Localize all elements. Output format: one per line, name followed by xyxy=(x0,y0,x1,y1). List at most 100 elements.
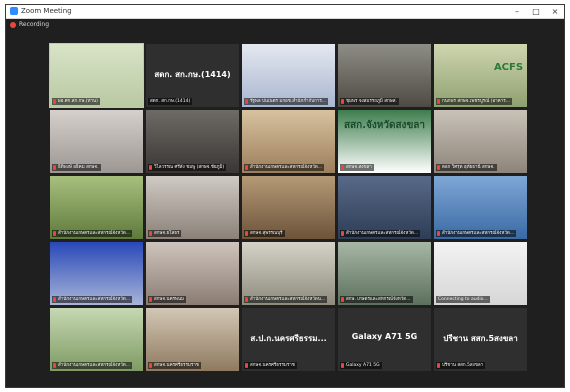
participant-name-tag: รัฐพล ปนเนตร มกอช.สำนักกำกับการ... xyxy=(244,98,329,105)
close-button[interactable]: × xyxy=(546,5,564,18)
participant-tile[interactable]: สดก. สก.กษ.(1414) สดก. สก.กษ.(1414) xyxy=(146,44,239,107)
participant-tile[interactable]: สกษจ.นครพนม xyxy=(146,242,239,305)
participant-tile[interactable]: Galaxy A71 5G Galaxy A71 5G xyxy=(338,308,431,371)
participant-name-tag: กนกพร สกษจ.เพชรบูรณ์ (อาคาร... xyxy=(436,98,512,105)
participant-name: ตอก วิศรุต อุทัยธานี สกษจ. xyxy=(442,165,495,170)
participant-name: สกษ. เกษตรและสหกรณ์จังหวัด... xyxy=(346,297,411,302)
participant-tile[interactable]: สำนักงานเกษตรและสหกรณ์จังหวัด... xyxy=(50,308,143,371)
participant-tile[interactable]: รัฐพล ปนเนตร มกอช.สำนักกำกับการ... xyxy=(242,44,335,107)
participant-tile[interactable]: ผอ.ศก.สก.กษ.(ท่าน) xyxy=(49,43,144,108)
participant-name-tag: ผอ.ศก.สก.กษ.(ท่าน) xyxy=(52,98,100,105)
participant-name: สำนักงานเกษตรและสหกรณ์จังหวัด... xyxy=(58,231,131,236)
participant-tile[interactable]: ธิติพงษ์ อธิคม สกษจ. xyxy=(50,110,143,173)
mic-muted-icon xyxy=(245,165,248,170)
participant-tile[interactable]: สกษจ.สุพรรณบุรี xyxy=(242,176,335,239)
participant-name: สำนักงานเกษตรและสหกรณ์จังหวัด... xyxy=(250,165,323,170)
participant-tile[interactable]: สำนักงานเกษตรและสหกรณ์จังหวัด... xyxy=(242,110,335,173)
minimize-button[interactable]: – xyxy=(508,5,526,18)
mic-muted-icon xyxy=(341,363,344,368)
participant-tile[interactable]: สกษจ.ยโสธร xyxy=(146,176,239,239)
participant-name-tag: ตอก วิศรุต อุทัยธานี สกษจ. xyxy=(436,164,497,171)
window-title: Zoom Meeting xyxy=(21,7,72,15)
participant-name-tag: ธิติพงษ์ อธิคม สกษจ. xyxy=(52,164,101,171)
participant-display-text: ปรีชาน สสก.5สงขลา xyxy=(443,334,518,343)
participant-name: รัฐพล ปนเนตร มกอช.สำนักกำกับการ... xyxy=(250,99,327,104)
participant-name-tag: สำนักงานเกษตรและสหกรณ์จังหวัด... xyxy=(436,230,517,237)
participant-tile[interactable]: สำนักงานเกษตรและสหกรณ์จังหวัดน... xyxy=(242,242,335,305)
mic-muted-icon xyxy=(437,363,440,368)
participant-name: สำนักงานเกษตรและสหกรณ์จังหวัด... xyxy=(442,231,515,236)
mic-muted-icon xyxy=(53,165,56,170)
participant-tile[interactable]: ปรีชาน สสก.5สงขลา ปรีชาน สสก.5สงขลา xyxy=(434,308,527,371)
participant-name-tag: ชุมพร จงสมรรถภูมิ สกษส. xyxy=(340,98,399,105)
recording-indicator[interactable]: Recording xyxy=(6,19,564,31)
participant-display-text: Galaxy A71 5G xyxy=(351,332,418,341)
participant-tile[interactable]: สำนักงานเกษตรและสหกรณ์จังหวัด... xyxy=(338,176,431,239)
mic-muted-icon xyxy=(437,231,440,236)
participant-name-tag: สกษจ.นครศรีธรรมราช xyxy=(244,362,297,369)
participant-name: สกษจ.สุพรรณบุรี xyxy=(250,231,283,236)
participant-tile[interactable]: ACFS กนกพร สกษจ.เพชรบูรณ์ (อาคาร... xyxy=(434,44,527,107)
mic-muted-icon xyxy=(245,363,248,368)
participant-tile[interactable]: สำนักงานเกษตรและสหกรณ์จังหวัด... xyxy=(434,176,527,239)
mic-muted-icon xyxy=(437,99,440,104)
mic-muted-icon xyxy=(341,297,344,302)
participant-name: วิไลวรรณ ศรีสัง ชมพู (สกษจ.ชัยภูมิ) xyxy=(154,165,225,170)
mic-muted-icon xyxy=(341,165,344,170)
participant-name-tag: Galaxy A71 5G xyxy=(340,362,382,369)
mic-muted-icon xyxy=(437,165,440,170)
mic-muted-icon xyxy=(53,297,56,302)
zoom-meeting-window: Zoom Meeting – □ × Recording ผอ.ศก.สก.กษ… xyxy=(5,4,565,388)
participant-name-tag: Connecting to audio... xyxy=(436,296,490,303)
participant-tile[interactable]: Connecting to audio... xyxy=(434,242,527,305)
participant-name-tag: สำนักงานเกษตรและสหกรณ์จังหวัด... xyxy=(244,164,325,171)
participant-name-tag: ปรีชาน สสก.5สงขลา xyxy=(436,362,486,369)
participant-tile[interactable]: สำนักงานเกษตรและสหกรณ์จังหวัด... xyxy=(50,242,143,305)
participant-name-tag: สำนักงานเกษตรและสหกรณ์จังหวัดน... xyxy=(244,296,328,303)
participant-name: สำนักงานเกษตรและสหกรณ์จังหวัด... xyxy=(58,297,131,302)
record-icon xyxy=(10,22,16,28)
participant-name-tag: สกษจ.ยโสธร xyxy=(148,230,182,237)
participant-name: กนกพร สกษจ.เพชรบูรณ์ (อาคาร... xyxy=(442,99,510,104)
participant-name-tag: สกษจ.นครศรีธรรมราช xyxy=(148,362,201,369)
participant-name: Galaxy A71 5G xyxy=(346,363,380,368)
mic-muted-icon xyxy=(53,363,56,368)
recording-label: Recording xyxy=(19,21,50,28)
zoom-app-icon xyxy=(10,7,18,15)
participant-name-tag: สำนักงานเกษตรและสหกรณ์จังหวัด... xyxy=(52,362,133,369)
mic-muted-icon xyxy=(149,231,152,236)
participant-name: ผอ.ศก.สก.กษ.(ท่าน) xyxy=(58,99,98,104)
mic-muted-icon xyxy=(149,165,152,170)
maximize-button[interactable]: □ xyxy=(527,5,545,18)
mic-muted-icon xyxy=(245,231,248,236)
participant-tile[interactable]: ชุมพร จงสมรรถภูมิ สกษส. xyxy=(338,44,431,107)
participant-name-tag: สำนักงานเกษตรและสหกรณ์จังหวัด... xyxy=(52,296,133,303)
mic-muted-icon xyxy=(245,297,248,302)
title-bar: Zoom Meeting – □ × xyxy=(6,5,564,19)
participant-tile[interactable]: สกษจ.นครศรีธรรมราช xyxy=(146,308,239,371)
participant-name-tag: สกษจ.นครพนม xyxy=(148,296,187,303)
mic-muted-icon xyxy=(53,99,56,104)
participant-display-text: ACFS xyxy=(493,62,524,73)
participant-name: สำนักงานเกษตรและสหกรณ์จังหวัด... xyxy=(58,363,131,368)
mic-muted-icon xyxy=(149,363,152,368)
participant-name: Connecting to audio... xyxy=(438,297,488,302)
participant-tile[interactable]: สกษ. เกษตรและสหกรณ์จังหวัด... xyxy=(338,242,431,305)
mic-muted-icon xyxy=(341,99,344,104)
participant-name-tag: สำนักงานเกษตรและสหกรณ์จังหวัด... xyxy=(340,230,421,237)
participant-name: ชุมพร จงสมรรถภูมิ สกษส. xyxy=(346,99,397,104)
participant-tile[interactable]: สำนักงานเกษตรและสหกรณ์จังหวัด... xyxy=(50,176,143,239)
participant-tile[interactable]: สสก.จังหวัดสงขลา สกษจ.สงขลา xyxy=(338,110,431,173)
participant-name: ธิติพงษ์ อธิคม สกษจ. xyxy=(58,165,99,170)
participant-name: สกษจ.สงขลา xyxy=(346,165,372,170)
participant-display-text: สดก. สก.กษ.(1414) xyxy=(154,70,231,79)
participant-tile[interactable]: วิไลวรรณ ศรีสัง ชมพู (สกษจ.ชัยภูมิ) xyxy=(146,110,239,173)
participant-name-tag: สำนักงานเกษตรและสหกรณ์จังหวัด... xyxy=(52,230,133,237)
mic-muted-icon xyxy=(245,99,248,104)
participant-name-tag: สกษจ.สุพรรณบุรี xyxy=(244,230,285,237)
participant-tile[interactable]: ตอก วิศรุต อุทัยธานี สกษจ. xyxy=(434,110,527,173)
participant-tile[interactable]: ส.ป.ก.นครศรีธรรม... สกษจ.นครศรีธรรมราช xyxy=(242,308,335,371)
participant-name-tag: วิไลวรรณ ศรีสัง ชมพู (สกษจ.ชัยภูมิ) xyxy=(148,164,227,171)
participant-name: ปรีชาน สสก.5สงขลา xyxy=(442,363,484,368)
participant-name: สกษจ.นครศรีธรรมราช xyxy=(154,363,199,368)
